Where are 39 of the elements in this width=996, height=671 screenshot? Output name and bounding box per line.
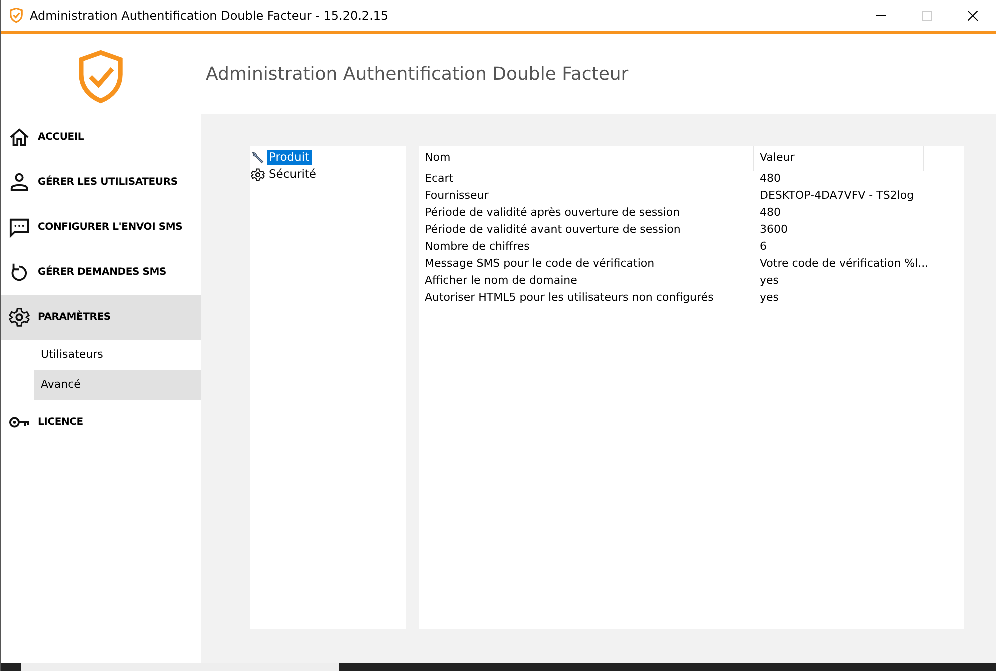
tree-item[interactable]: Sécurité [267,167,318,182]
home-icon [9,127,30,148]
nav-subitem[interactable]: Utilisateurs [34,340,201,370]
table-cell-text: yes [759,273,780,290]
close-icon[interactable] [968,10,978,20]
table-cell-text: 3600 [759,222,789,238]
table-cell-text: 6 [759,239,768,256]
table-cell-text: Autoriser HTML5 pour les utilisateurs non configurés [424,290,715,306]
nav-item[interactable]: ACCUEIL [1,115,201,160]
table-cell-text: Fournisseur [424,188,490,204]
wrench-icon [251,150,265,164]
nav-item[interactable]: PARAMÈTRES [1,295,201,340]
table-cell-text: Afficher le nom de domaine [424,273,578,290]
table-cell-text: Message SMS pour le code de vérification [424,256,656,272]
table-cell-text: yes [759,290,780,306]
undo-icon [9,262,30,283]
column-header[interactable]: Nom [419,146,754,171]
nav-item[interactable]: CONFIGURER L'ENVOI SMS [1,205,201,250]
table-cell-text: Période de validité avant ouverture de session [424,222,682,238]
table-cell-text: Ecart [424,171,455,188]
nav-subitem[interactable]: Avancé [34,370,201,400]
column-header[interactable]: Valeur [754,146,924,171]
window-title: Administration Authentification Double Facteur - 15.20.2.15 [30,8,389,24]
table-cell-text: Nombre de chiffres [424,239,531,256]
table-cell-text: 480 [759,171,782,188]
shield-logo [78,48,124,104]
table-cell-text: DESKTOP-4DA7VFV - TS2log [759,188,916,204]
message-icon [9,217,30,238]
page-title: Administration Authentification Double Facteur [206,62,629,86]
table-cell-text: Période de validité après ouverture de session [424,205,682,222]
user-icon [9,172,30,193]
table-cell-text: 480 [759,205,782,222]
tree-item[interactable]: Produit [267,150,312,165]
settings-icon [251,168,265,182]
nav-item[interactable]: GÉRER LES UTILISATEURS [1,160,201,205]
shield-icon [10,8,23,23]
nav-item[interactable]: LICENCE [1,400,201,445]
settings-icon [9,307,30,328]
nav-item[interactable]: GÉRER DEMANDES SMS [1,250,201,295]
